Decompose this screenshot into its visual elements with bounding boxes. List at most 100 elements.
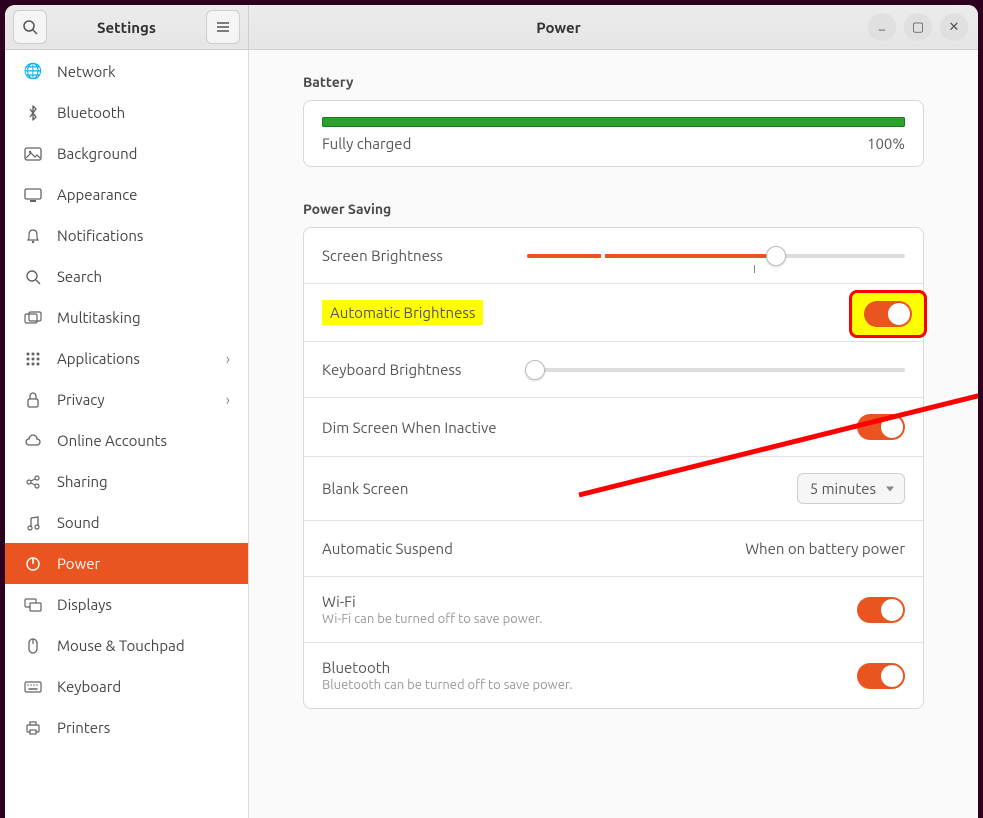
chevron-right-icon: › — [226, 350, 230, 367]
bell-icon — [23, 228, 43, 244]
sidebar-item-sound[interactable]: Sound — [5, 502, 248, 543]
screen-brightness-label: Screen Brightness — [322, 247, 443, 264]
sidebar-item-sharing[interactable]: Sharing — [5, 461, 248, 502]
wifi-sub: Wi-Fi can be turned off to save power. — [322, 612, 543, 626]
minimize-icon: _ — [879, 17, 885, 31]
wifi-label: Wi-Fi — [322, 593, 543, 610]
bluetooth-toggle[interactable] — [857, 663, 905, 689]
dim-inactive-toggle[interactable] — [857, 414, 905, 440]
sidebar-item-label: Bluetooth — [57, 104, 125, 121]
blank-screen-value: 5 minutes — [810, 480, 876, 497]
chevron-right-icon: › — [226, 391, 230, 408]
auto-suspend-label: Automatic Suspend — [322, 540, 453, 557]
cloud-icon — [23, 434, 43, 448]
keyboard-brightness-slider[interactable] — [527, 361, 905, 379]
wifi-toggle[interactable] — [857, 597, 905, 623]
sidebar-item-power[interactable]: Power — [5, 543, 248, 584]
battery-section-label: Battery — [303, 74, 924, 90]
sidebar-item-appearance[interactable]: Appearance — [5, 174, 248, 215]
sidebar-item-label: Privacy — [57, 391, 105, 408]
row-auto-suspend[interactable]: Automatic Suspend When on battery power — [304, 521, 923, 577]
close-icon: ✕ — [949, 20, 960, 35]
sidebar: 🌐 Network Bluetooth Background Appearance… — [5, 50, 249, 818]
sidebar-item-label: Displays — [57, 596, 112, 613]
battery-bar — [322, 117, 905, 127]
sidebar-item-applications[interactable]: Applications› — [5, 338, 248, 379]
sidebar-item-label: Notifications — [57, 227, 143, 244]
sidebar-item-bluetooth[interactable]: Bluetooth — [5, 92, 248, 133]
maximize-icon: ▢ — [912, 20, 924, 35]
row-blank-screen: Blank Screen 5 minutes — [304, 457, 923, 521]
sidebar-item-network[interactable]: 🌐 Network — [5, 50, 248, 92]
content-area: Battery Fully charged 100% Power Saving … — [249, 50, 978, 818]
sidebar-title: Settings — [53, 19, 200, 36]
sidebar-item-label: Printers — [57, 719, 110, 736]
sidebar-item-background[interactable]: Background — [5, 133, 248, 174]
sidebar-item-online-accounts[interactable]: Online Accounts — [5, 420, 248, 461]
sidebar-item-label: Appearance — [57, 186, 137, 203]
apps-icon — [23, 351, 43, 367]
sidebar-item-privacy[interactable]: Privacy › — [5, 379, 248, 420]
row-bluetooth: Bluetooth Bluetooth can be turned off to… — [304, 643, 923, 708]
sidebar-item-label: Online Accounts — [57, 432, 167, 449]
displays-icon — [23, 598, 43, 612]
battery-card: Fully charged 100% — [303, 100, 924, 167]
search-icon — [23, 269, 43, 285]
auto-brightness-toggle[interactable] — [864, 301, 912, 327]
sidebar-item-label: Keyboard — [57, 678, 121, 695]
keyboard-brightness-label: Keyboard Brightness — [322, 361, 461, 378]
sidebar-item-search[interactable]: Search — [5, 256, 248, 297]
blank-screen-label: Blank Screen — [322, 480, 408, 497]
sidebar-item-label: Search — [57, 268, 102, 285]
background-icon — [23, 147, 43, 161]
dim-inactive-label: Dim Screen When Inactive — [322, 419, 497, 436]
battery-percent: 100% — [867, 135, 905, 152]
row-keyboard-brightness: Keyboard Brightness — [304, 342, 923, 398]
power-saving-card: Screen Brightness Automatic Brightness — [303, 227, 924, 709]
blank-screen-dropdown[interactable]: 5 minutes — [797, 473, 905, 504]
row-wifi: Wi-Fi Wi-Fi can be turned off to save po… — [304, 577, 923, 643]
annotation-callout — [849, 290, 927, 338]
sidebar-item-notifications[interactable]: Notifications — [5, 215, 248, 256]
screen-brightness-slider[interactable] — [527, 247, 905, 265]
sidebar-item-keyboard[interactable]: Keyboard — [5, 666, 248, 707]
globe-icon: 🌐 — [23, 62, 43, 80]
printer-icon — [23, 720, 43, 736]
search-icon — [22, 19, 38, 35]
sidebar-item-label: Multitasking — [57, 309, 141, 326]
share-icon — [23, 474, 43, 490]
mouse-icon — [23, 638, 43, 654]
sidebar-item-label: Sharing — [57, 473, 108, 490]
search-button[interactable] — [13, 10, 47, 44]
row-screen-brightness: Screen Brightness — [304, 228, 923, 284]
appearance-icon — [23, 188, 43, 202]
auto-suspend-value: When on battery power — [745, 540, 905, 557]
row-dim-inactive: Dim Screen When Inactive — [304, 398, 923, 457]
page-title: Power — [249, 19, 868, 36]
battery-status: Fully charged — [322, 135, 411, 152]
maximize-button[interactable]: ▢ — [904, 13, 932, 41]
power-saving-section-label: Power Saving — [303, 201, 924, 217]
sidebar-item-label: Network — [57, 63, 116, 80]
auto-brightness-label: Automatic Brightness — [322, 300, 483, 325]
power-icon — [23, 556, 43, 572]
row-auto-brightness: Automatic Brightness — [304, 284, 923, 342]
hamburger-icon — [215, 19, 231, 35]
keyboard-icon — [23, 681, 43, 693]
menu-button[interactable] — [206, 10, 240, 44]
sidebar-item-displays[interactable]: Displays — [5, 584, 248, 625]
multitasking-icon — [23, 311, 43, 325]
headerbar: Settings Power _ ▢ ✕ — [5, 5, 978, 50]
close-button[interactable]: ✕ — [940, 13, 968, 41]
music-icon — [23, 515, 43, 531]
sidebar-item-label: Mouse & Touchpad — [57, 637, 185, 654]
sidebar-item-mouse-touchpad[interactable]: Mouse & Touchpad — [5, 625, 248, 666]
bluetooth-icon — [23, 105, 43, 121]
sidebar-item-label: Background — [57, 145, 137, 162]
sidebar-item-label: Power — [57, 555, 100, 572]
sidebar-item-multitasking[interactable]: Multitasking — [5, 297, 248, 338]
sidebar-item-label: Sound — [57, 514, 100, 531]
sidebar-item-printers[interactable]: Printers — [5, 707, 248, 748]
minimize-button[interactable]: _ — [868, 13, 896, 41]
bluetooth-label: Bluetooth — [322, 659, 572, 676]
